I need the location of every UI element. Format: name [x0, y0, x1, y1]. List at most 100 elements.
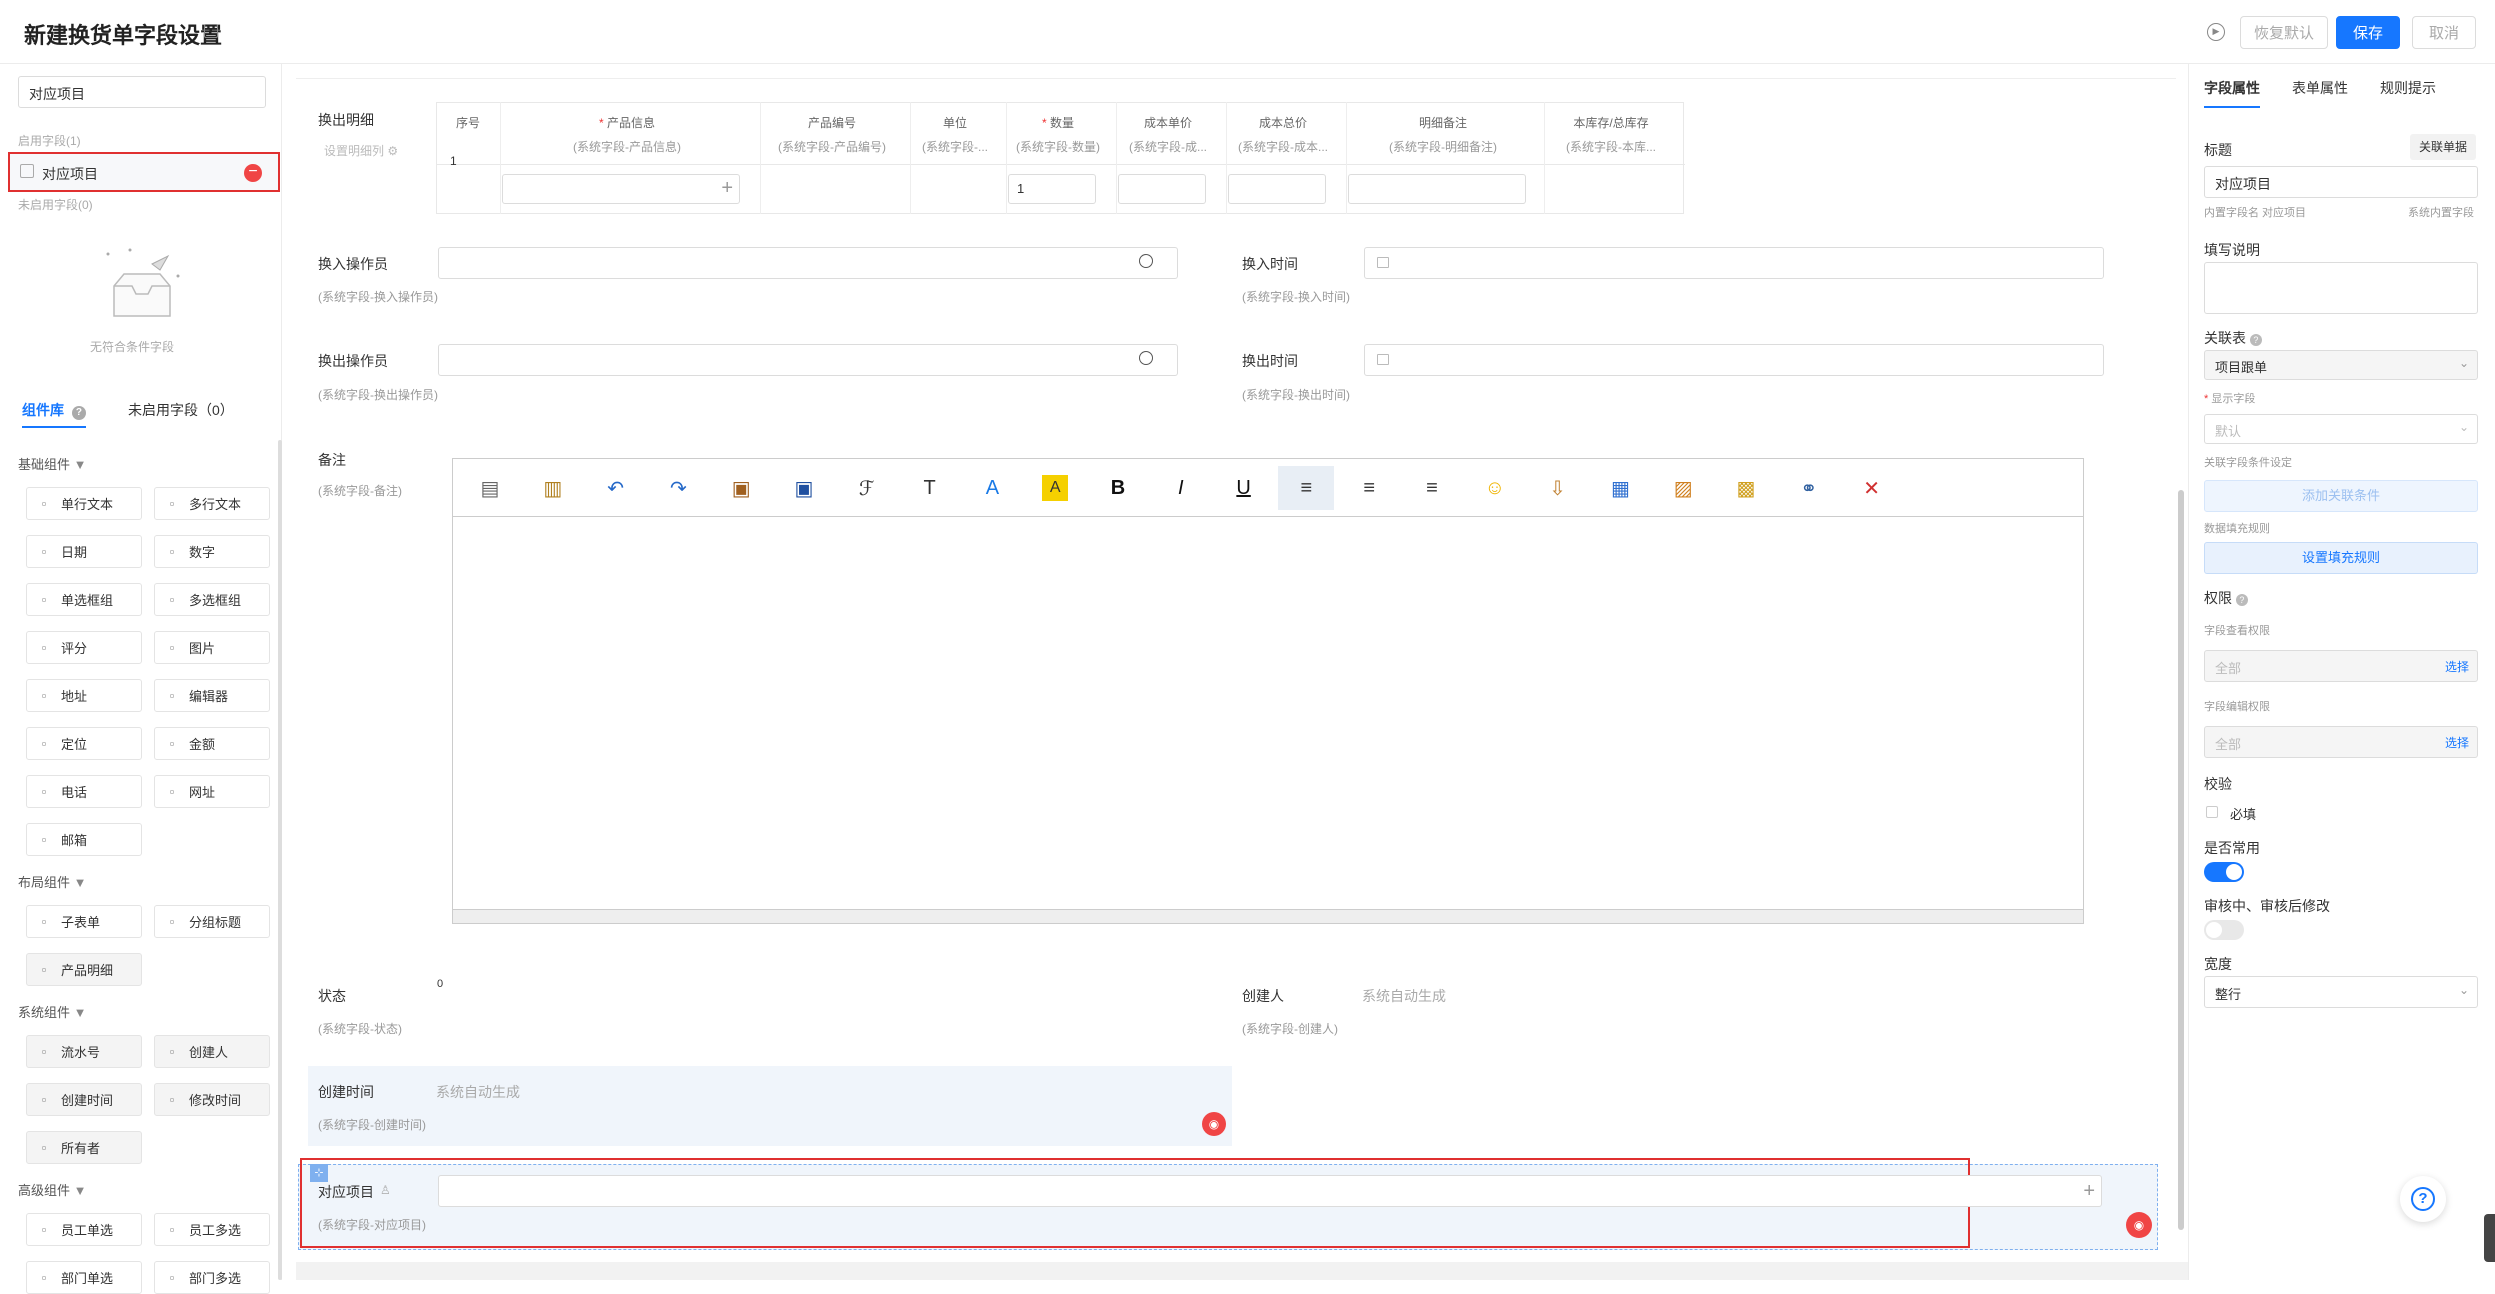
- component-item[interactable]: ▫ 分组标题: [154, 905, 270, 938]
- emoji-icon[interactable]: ☺: [1477, 470, 1513, 506]
- undo-icon[interactable]: ↶: [598, 470, 634, 506]
- component-item[interactable]: ▫ 部门单选: [26, 1261, 142, 1294]
- component-item[interactable]: ▫ 创建人: [154, 1035, 270, 1068]
- paste-text-icon[interactable]: ▥: [535, 470, 571, 506]
- set-fill-rule-button[interactable]: 设置填充规则: [2204, 542, 2478, 574]
- component-item[interactable]: ▫ 电话: [26, 775, 142, 808]
- component-item[interactable]: ▫ 所有者: [26, 1131, 142, 1164]
- font-color-icon[interactable]: A: [974, 470, 1010, 506]
- component-item[interactable]: ▫ 多选框组: [154, 583, 270, 616]
- component-item[interactable]: ▫ 日期: [26, 535, 142, 568]
- total-cost-input[interactable]: [1228, 174, 1326, 204]
- component-item[interactable]: ▫ 创建时间: [26, 1083, 142, 1116]
- display-field-select[interactable]: 默认 ⌄: [2204, 414, 2478, 444]
- tab-form-props[interactable]: 表单属性: [2292, 78, 2348, 98]
- created-time-field[interactable]: 创建时间 系统自动生成 (系统字段-创建时间) ◉: [308, 1066, 1232, 1146]
- tab-field-props[interactable]: 字段属性: [2204, 78, 2260, 108]
- quantity-input[interactable]: 1: [1008, 174, 1096, 204]
- restore-default-button[interactable]: 恢复默认: [2240, 16, 2328, 49]
- remove-icon[interactable]: −: [244, 164, 262, 182]
- field-search-input[interactable]: 对应项目: [18, 76, 266, 108]
- project-input[interactable]: +: [438, 1175, 2102, 1207]
- view-perm-field[interactable]: 全部 选择: [2204, 650, 2478, 682]
- tab-unused-fields[interactable]: 未启用字段（0）: [128, 400, 234, 420]
- edit-perm-field[interactable]: 全部 选择: [2204, 726, 2478, 758]
- rel-table-select[interactable]: 项目跟单 ⌄: [2204, 350, 2478, 380]
- rich-text-editor[interactable]: [452, 458, 2084, 924]
- common-toggle[interactable]: [2204, 862, 2244, 882]
- preview-icon[interactable]: ▶: [2207, 23, 2225, 41]
- paste-icon[interactable]: ▤: [472, 470, 508, 506]
- group-system[interactable]: 系统组件 ▼: [18, 1002, 87, 1021]
- fullscreen-icon[interactable]: ✕: [1854, 470, 1890, 506]
- in-time-input[interactable]: [1364, 247, 2104, 279]
- search-icon[interactable]: [1139, 351, 1153, 365]
- component-item[interactable]: ▫ 编辑器: [154, 679, 270, 712]
- tab-library[interactable]: 组件库 ?: [22, 400, 86, 428]
- component-item[interactable]: ▫ 金额: [154, 727, 270, 760]
- component-item[interactable]: ▫ 单选框组: [26, 583, 142, 616]
- detail-remark-input[interactable]: [1348, 174, 1526, 204]
- fill-note-textarea[interactable]: [2204, 262, 2478, 314]
- image-icon[interactable]: ▨: [1665, 470, 1701, 506]
- component-item[interactable]: ▫ 地址: [26, 679, 142, 712]
- out-time-input[interactable]: [1364, 344, 2104, 376]
- table-icon[interactable]: ▦: [1602, 470, 1638, 506]
- group-advanced[interactable]: 高级组件 ▼: [18, 1180, 87, 1199]
- add-condition-button[interactable]: 添加关联条件: [2204, 480, 2478, 512]
- cancel-button[interactable]: 取消: [2412, 16, 2476, 49]
- canvas-scrollbar[interactable]: [2178, 490, 2184, 1230]
- set-detail-columns-link[interactable]: 设置明细列 ⚙: [324, 142, 398, 159]
- component-item[interactable]: ▫ 产品明细: [26, 953, 142, 986]
- product-info-input[interactable]: +: [502, 174, 740, 204]
- underline-icon[interactable]: U: [1226, 470, 1262, 506]
- component-item[interactable]: ▫ 数字: [154, 535, 270, 568]
- in-operator-input[interactable]: [438, 247, 1178, 279]
- tab-rule-tips[interactable]: 规则提示: [2380, 78, 2436, 98]
- width-select[interactable]: 整行 ⌄: [2204, 976, 2478, 1008]
- drag-handle-icon[interactable]: ⊹: [310, 1164, 328, 1182]
- align-center-icon[interactable]: ≡: [1351, 470, 1387, 506]
- plus-icon[interactable]: +: [721, 178, 733, 198]
- component-item[interactable]: ▫ 修改时间: [154, 1083, 270, 1116]
- plus-icon[interactable]: +: [2083, 1181, 2095, 1201]
- link-icon[interactable]: ⚭: [1791, 470, 1827, 506]
- paste-word-icon[interactable]: ▣: [723, 470, 759, 506]
- review-toggle[interactable]: [2204, 920, 2244, 940]
- save-button[interactable]: 保存: [2336, 16, 2400, 49]
- enabled-field-item[interactable]: 对应项目 −: [8, 152, 280, 192]
- layout-icon[interactable]: [204, 24, 218, 38]
- font-family-icon[interactable]: ℱ: [849, 470, 885, 506]
- component-item[interactable]: ▫ 网址: [154, 775, 270, 808]
- component-item[interactable]: ▫ 流水号: [26, 1035, 142, 1068]
- component-item[interactable]: ▫ 子表单: [26, 905, 142, 938]
- view-perm-choose[interactable]: 选择: [2445, 658, 2469, 675]
- left-scrollbar[interactable]: [278, 440, 282, 1280]
- paste-plain-icon[interactable]: ▣: [786, 470, 822, 506]
- component-item[interactable]: ▫ 部门多选: [154, 1261, 270, 1294]
- align-right-icon[interactable]: ≡: [1414, 470, 1450, 506]
- component-item[interactable]: ▫ 员工单选: [26, 1213, 142, 1246]
- component-item[interactable]: ▫ 邮箱: [26, 823, 142, 856]
- insert-icon[interactable]: ⇩: [1540, 470, 1576, 506]
- align-left-icon[interactable]: ≡: [1278, 466, 1335, 510]
- unit-cost-input[interactable]: [1118, 174, 1206, 204]
- search-icon[interactable]: [1139, 254, 1153, 268]
- component-item[interactable]: ▫ 单行文本: [26, 487, 142, 520]
- edit-perm-choose[interactable]: 选择: [2445, 734, 2469, 751]
- component-item[interactable]: ▫ 评分: [26, 631, 142, 664]
- component-item[interactable]: ▫ 定位: [26, 727, 142, 760]
- group-basic[interactable]: 基础组件 ▼: [18, 454, 87, 473]
- title-input[interactable]: 对应项目: [2204, 166, 2478, 198]
- group-layout[interactable]: 布局组件 ▼: [18, 872, 87, 891]
- link-doc-button[interactable]: 关联单据: [2410, 134, 2476, 160]
- component-item[interactable]: ▫ 员工多选: [154, 1213, 270, 1246]
- out-operator-input[interactable]: [438, 344, 1178, 376]
- side-handle[interactable]: [2484, 1214, 2495, 1262]
- redo-icon[interactable]: ↷: [660, 470, 696, 506]
- bold-icon[interactable]: B: [1100, 470, 1136, 506]
- required-checkbox[interactable]: [2206, 806, 2218, 818]
- media-icon[interactable]: ▩: [1728, 470, 1764, 506]
- eye-icon[interactable]: ◉: [2126, 1212, 2152, 1238]
- highlight-icon[interactable]: A: [1042, 475, 1069, 501]
